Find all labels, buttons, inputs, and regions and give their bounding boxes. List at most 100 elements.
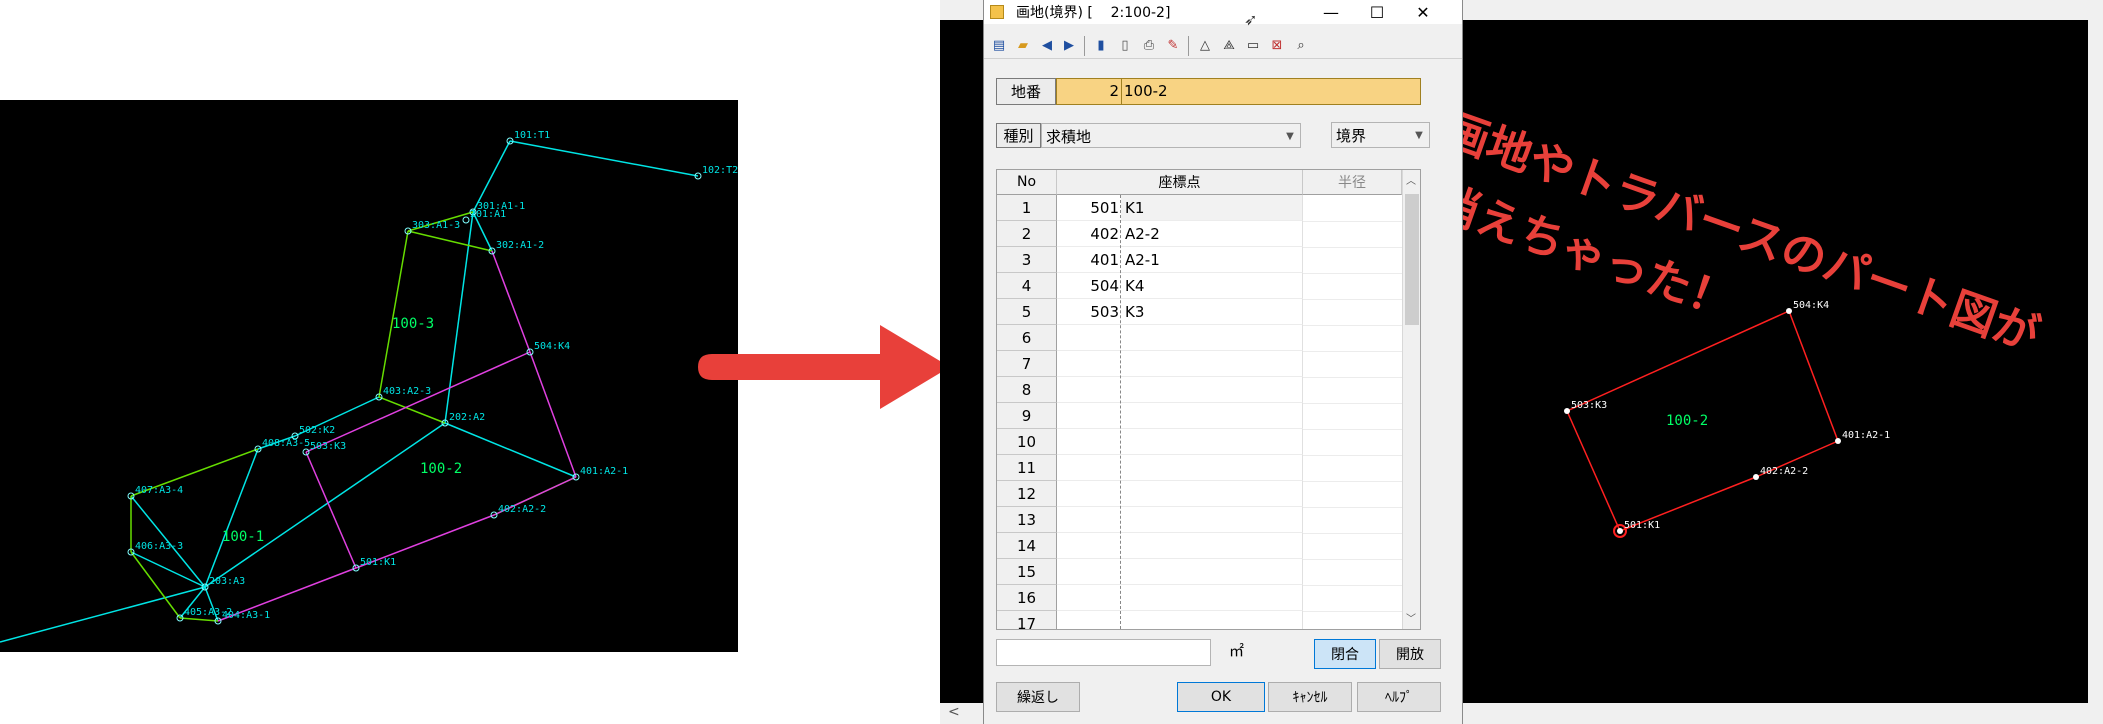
point-name[interactable]: [1121, 611, 1303, 629]
radius-cell[interactable]: [1303, 507, 1402, 534]
column-header-no[interactable]: No: [997, 170, 1057, 195]
point-number[interactable]: [1057, 325, 1121, 351]
row-number[interactable]: 17: [997, 611, 1057, 629]
area-field[interactable]: [996, 639, 1211, 666]
point-marker[interactable]: [1753, 474, 1759, 480]
row-number[interactable]: 12: [997, 481, 1057, 507]
point-marker[interactable]: [1617, 528, 1623, 534]
row-number[interactable]: 15: [997, 559, 1057, 585]
point-name[interactable]: A2-2: [1121, 221, 1303, 247]
table-scrollbar[interactable]: ︿ ﹀: [1402, 170, 1420, 629]
scroll-left-icon[interactable]: <: [948, 704, 960, 720]
radius-cell[interactable]: [1303, 403, 1402, 430]
document-icon[interactable]: ▮: [1092, 36, 1110, 54]
point-marker[interactable]: [1564, 408, 1570, 414]
table-row[interactable]: 2 402 A2-2: [997, 221, 1402, 248]
close-button[interactable]: ✕: [1400, 0, 1446, 24]
minimize-button[interactable]: —: [1308, 0, 1354, 24]
row-number[interactable]: 6: [997, 325, 1057, 351]
tool-icon[interactable]: ✎: [1164, 36, 1182, 54]
radius-cell[interactable]: [1303, 559, 1402, 586]
table-row[interactable]: 15: [997, 559, 1402, 586]
point-number[interactable]: 401: [1057, 247, 1121, 273]
repeat-button[interactable]: 繰返し: [996, 682, 1080, 712]
point-marker[interactable]: [1786, 308, 1792, 314]
radius-cell[interactable]: [1303, 455, 1402, 482]
table-row[interactable]: 12: [997, 481, 1402, 508]
radius-cell[interactable]: [1303, 195, 1402, 222]
point-name[interactable]: [1121, 351, 1303, 377]
cross-box-icon[interactable]: ⊠: [1268, 36, 1286, 54]
table-row[interactable]: 13: [997, 507, 1402, 534]
kind-select[interactable]: 境界 ▼: [1331, 122, 1430, 148]
point-name[interactable]: [1121, 403, 1303, 429]
point-number[interactable]: [1057, 507, 1121, 533]
table-row[interactable]: 16: [997, 585, 1402, 612]
radius-cell[interactable]: [1303, 247, 1402, 274]
open-shape-button[interactable]: 開放: [1379, 639, 1441, 669]
point-name[interactable]: K3: [1121, 299, 1303, 325]
scroll-up-icon[interactable]: ︿: [1406, 172, 1416, 187]
print-icon[interactable]: ⎙: [1140, 36, 1158, 54]
row-number[interactable]: 7: [997, 351, 1057, 377]
close-shape-button[interactable]: 閉合: [1314, 639, 1376, 669]
scroll-down-icon[interactable]: ﹀: [1406, 610, 1416, 625]
point-number[interactable]: [1057, 611, 1121, 629]
point-name[interactable]: [1121, 481, 1303, 507]
point-number[interactable]: 501: [1057, 195, 1121, 221]
next-icon[interactable]: ▶: [1060, 36, 1078, 54]
table-row[interactable]: 7: [997, 351, 1402, 378]
point-number[interactable]: 504: [1057, 273, 1121, 299]
point-number[interactable]: 503: [1057, 299, 1121, 325]
point-number[interactable]: [1057, 403, 1121, 429]
scroll-thumb[interactable]: [1405, 194, 1419, 325]
zoom-icon[interactable]: ⌕: [1292, 36, 1310, 54]
point-number[interactable]: [1057, 559, 1121, 585]
row-number[interactable]: 9: [997, 403, 1057, 429]
table-row[interactable]: 9: [997, 403, 1402, 430]
table-row[interactable]: 10: [997, 429, 1402, 456]
table-row[interactable]: 11: [997, 455, 1402, 482]
row-number[interactable]: 2: [997, 221, 1057, 247]
point-name[interactable]: A2-1: [1121, 247, 1303, 273]
maximize-button[interactable]: ☐: [1354, 0, 1400, 24]
point-marker[interactable]: [462, 216, 470, 224]
point-name[interactable]: K1: [1121, 195, 1303, 221]
radius-cell[interactable]: [1303, 481, 1402, 508]
radius-cell[interactable]: [1303, 429, 1402, 456]
table-row[interactable]: 3 401 A2-1: [997, 247, 1402, 274]
row-number[interactable]: 13: [997, 507, 1057, 533]
table-row[interactable]: 4 504 K4: [997, 273, 1402, 300]
chiban-field[interactable]: 2 100-2: [1056, 78, 1421, 105]
radius-cell[interactable]: [1303, 273, 1402, 300]
prev-icon[interactable]: ◀: [1038, 36, 1056, 54]
row-number[interactable]: 10: [997, 429, 1057, 455]
row-number[interactable]: 16: [997, 585, 1057, 611]
document2-icon[interactable]: ▯: [1116, 36, 1134, 54]
triangle2-icon[interactable]: ⟁: [1220, 36, 1238, 54]
title-bar[interactable]: 画地(境界) [ 2:100-2] ➶ — ☐ ✕: [984, 0, 1462, 29]
radius-cell[interactable]: [1303, 377, 1402, 404]
point-name[interactable]: [1121, 533, 1303, 559]
ok-button[interactable]: OK: [1177, 682, 1265, 712]
radius-cell[interactable]: [1303, 533, 1402, 560]
row-number[interactable]: 5: [997, 299, 1057, 325]
cancel-button[interactable]: ｷｬﾝｾﾙ: [1268, 682, 1352, 712]
table-row[interactable]: 5 503 K3: [997, 299, 1402, 326]
point-name[interactable]: [1121, 559, 1303, 585]
row-number[interactable]: 8: [997, 377, 1057, 403]
point-number[interactable]: [1057, 377, 1121, 403]
point-name[interactable]: [1121, 377, 1303, 403]
point-number[interactable]: 402: [1057, 221, 1121, 247]
radius-cell[interactable]: [1303, 221, 1402, 248]
triangle-icon[interactable]: △: [1196, 36, 1214, 54]
point-number[interactable]: [1057, 351, 1121, 377]
point-number[interactable]: [1057, 585, 1121, 611]
help-button[interactable]: ﾍﾙﾌﾟ: [1357, 682, 1441, 712]
table-row[interactable]: 6: [997, 325, 1402, 352]
row-number[interactable]: 4: [997, 273, 1057, 299]
point-name[interactable]: [1121, 455, 1303, 481]
radius-cell[interactable]: [1303, 299, 1402, 326]
row-number[interactable]: 3: [997, 247, 1057, 273]
row-number[interactable]: 1: [997, 195, 1057, 221]
